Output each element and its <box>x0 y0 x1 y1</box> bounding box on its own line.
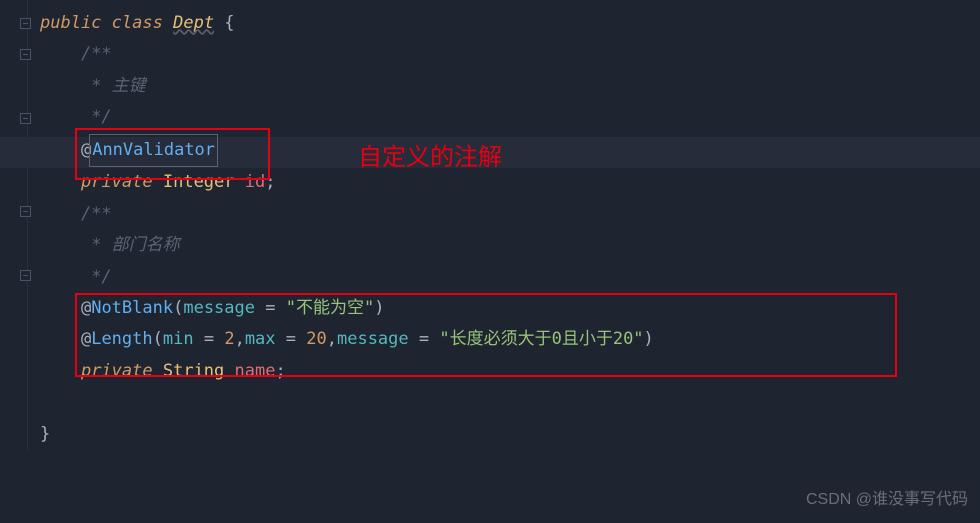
comment: /** <box>81 44 112 64</box>
code-line: * 主键 <box>40 71 980 102</box>
keyword-public: public <box>40 13 101 33</box>
brace: } <box>40 424 50 444</box>
code-line <box>40 387 980 418</box>
class-name: Dept <box>173 13 214 33</box>
comment: * 主键 <box>81 76 146 96</box>
comment: */ <box>81 267 112 287</box>
code-line: */ <box>40 262 980 293</box>
code-line: } <box>40 419 980 450</box>
code-editor: public class Dept { /** * 主键 */ @AnnVali… <box>0 0 980 450</box>
comment: */ <box>81 107 112 127</box>
comment: * 部门名称 <box>81 235 180 255</box>
comment: /** <box>81 204 112 224</box>
code-area[interactable]: public class Dept { /** * 主键 */ @AnnVali… <box>0 8 980 450</box>
annotation-highlight-box <box>75 128 270 180</box>
annotation-label: 自定义的注解 <box>358 136 502 180</box>
code-line: * 部门名称 <box>40 230 980 261</box>
keyword-class: class <box>112 13 163 33</box>
code-line: /** <box>40 39 980 70</box>
watermark: CSDN @谁没事写代码 <box>806 485 968 515</box>
annotation-highlight-box <box>75 293 897 377</box>
code-line: /** <box>40 199 980 230</box>
brace: { <box>214 13 234 33</box>
code-line: public class Dept { <box>40 8 980 39</box>
